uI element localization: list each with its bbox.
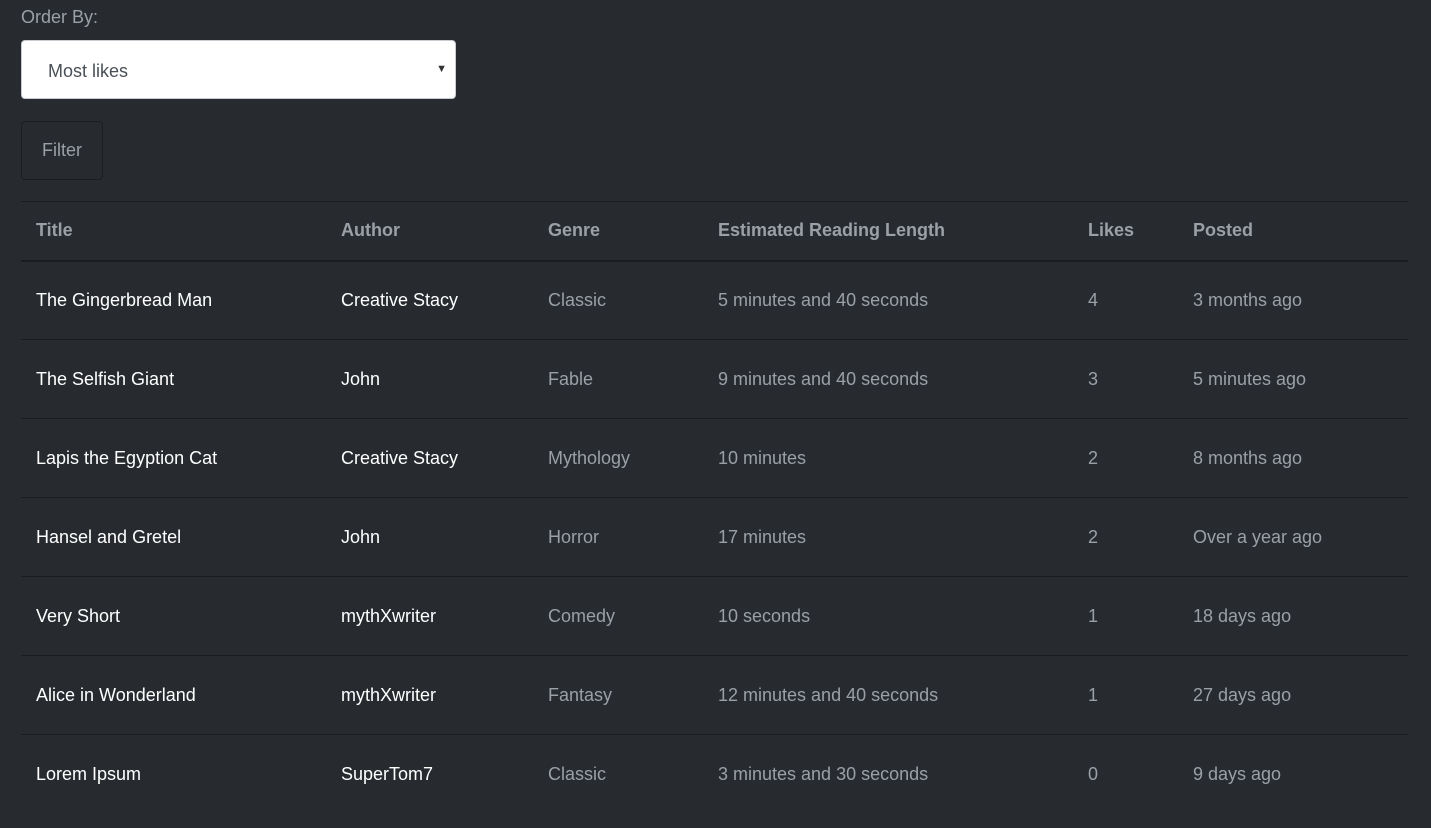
chevron-down-icon: ▼ xyxy=(436,63,447,75)
cell-reading-length: 17 minutes xyxy=(703,497,1073,577)
cell-title: Lorem Ipsum xyxy=(36,763,142,784)
cell-reading-length: 12 minutes and 40 seconds xyxy=(703,655,1073,735)
header-reading-length: Estimated Reading Length xyxy=(703,201,1073,262)
cell-posted: 5 minutes ago xyxy=(1178,339,1408,419)
cell-title: The Gingerbread Man xyxy=(21,260,326,340)
cell-title: The Selfish Giant xyxy=(21,339,326,419)
cell-likes: 4 xyxy=(1073,260,1178,340)
cell-genre: Fantasy xyxy=(533,655,703,735)
cell-author: SuperTom7 xyxy=(341,763,434,784)
order-by-selected-value: Most likes xyxy=(48,61,129,81)
header-author: Author xyxy=(326,201,533,262)
order-by-select[interactable]: Most likes ▼ xyxy=(21,40,456,99)
cell-title: Alice in Wonderland xyxy=(21,655,326,735)
filter-button[interactable]: Filter xyxy=(21,121,103,180)
table-row[interactable]: Alice in Wonderland mythXwriter Fantasy … xyxy=(21,655,1408,735)
cell-title: Lapis the Egyption Cat xyxy=(21,418,326,498)
cell-reading-length: 5 minutes and 40 seconds xyxy=(703,260,1073,340)
cell-reading-length: 10 seconds xyxy=(703,576,1073,656)
cell-author: mythXwriter xyxy=(326,576,533,656)
cell-genre: Fable xyxy=(533,339,703,419)
cell-likes: 2 xyxy=(1073,418,1178,498)
table-header-row: Title Author Genre Estimated Reading Len… xyxy=(21,201,1408,262)
cell-author: mythXwriter xyxy=(326,655,533,735)
cell-title: Very Short xyxy=(21,576,326,656)
cell-likes: 1 xyxy=(1073,655,1178,735)
cell-posted: 9 days ago xyxy=(1193,763,1282,784)
cell-genre: Classic xyxy=(548,763,607,784)
order-by-label: Order By: xyxy=(21,7,99,27)
cell-posted: 3 months ago xyxy=(1178,260,1408,340)
stories-page: Order By: Most likes ▼ Filter Title Auth… xyxy=(0,0,1431,828)
header-title: Title xyxy=(21,201,326,262)
cell-reading-length: 3 minutes and 30 seconds xyxy=(718,763,929,784)
header-likes: Likes xyxy=(1073,201,1178,262)
cell-posted: 8 months ago xyxy=(1178,418,1408,498)
cell-likes: 1 xyxy=(1073,576,1178,656)
cell-posted: 27 days ago xyxy=(1178,655,1408,735)
table-row[interactable]: The Gingerbread Man Creative Stacy Class… xyxy=(21,260,1408,340)
cell-genre: Mythology xyxy=(533,418,703,498)
cell-genre: Classic xyxy=(533,260,703,340)
table-row[interactable]: Lapis the Egyption Cat Creative Stacy My… xyxy=(21,418,1408,498)
table-row[interactable]: The Selfish Giant John Fable 9 minutes a… xyxy=(21,339,1408,419)
cell-genre: Horror xyxy=(533,497,703,577)
cell-author: John xyxy=(326,497,533,577)
stories-table: Title Author Genre Estimated Reading Len… xyxy=(21,201,1408,814)
cell-genre: Comedy xyxy=(533,576,703,656)
cell-likes: 3 xyxy=(1073,339,1178,419)
cell-author: Creative Stacy xyxy=(326,260,533,340)
header-genre: Genre xyxy=(533,201,703,262)
cell-likes: 0 xyxy=(1088,763,1099,784)
cell-posted: Over a year ago xyxy=(1178,497,1408,577)
cell-reading-length: 10 minutes xyxy=(703,418,1073,498)
table-row[interactable]: Hansel and Gretel John Horror 17 minutes… xyxy=(21,497,1408,577)
cell-posted: 18 days ago xyxy=(1178,576,1408,656)
cell-author: John xyxy=(326,339,533,419)
cell-author: Creative Stacy xyxy=(326,418,533,498)
table-row[interactable]: Lorem Ipsum SuperTom7 Classic 3 minutes … xyxy=(21,735,1408,814)
table-row[interactable]: Very Short mythXwriter Comedy 10 seconds… xyxy=(21,576,1408,656)
cell-reading-length: 9 minutes and 40 seconds xyxy=(703,339,1073,419)
header-posted: Posted xyxy=(1178,201,1408,262)
cell-likes: 2 xyxy=(1073,497,1178,577)
cell-title: Hansel and Gretel xyxy=(21,497,326,577)
